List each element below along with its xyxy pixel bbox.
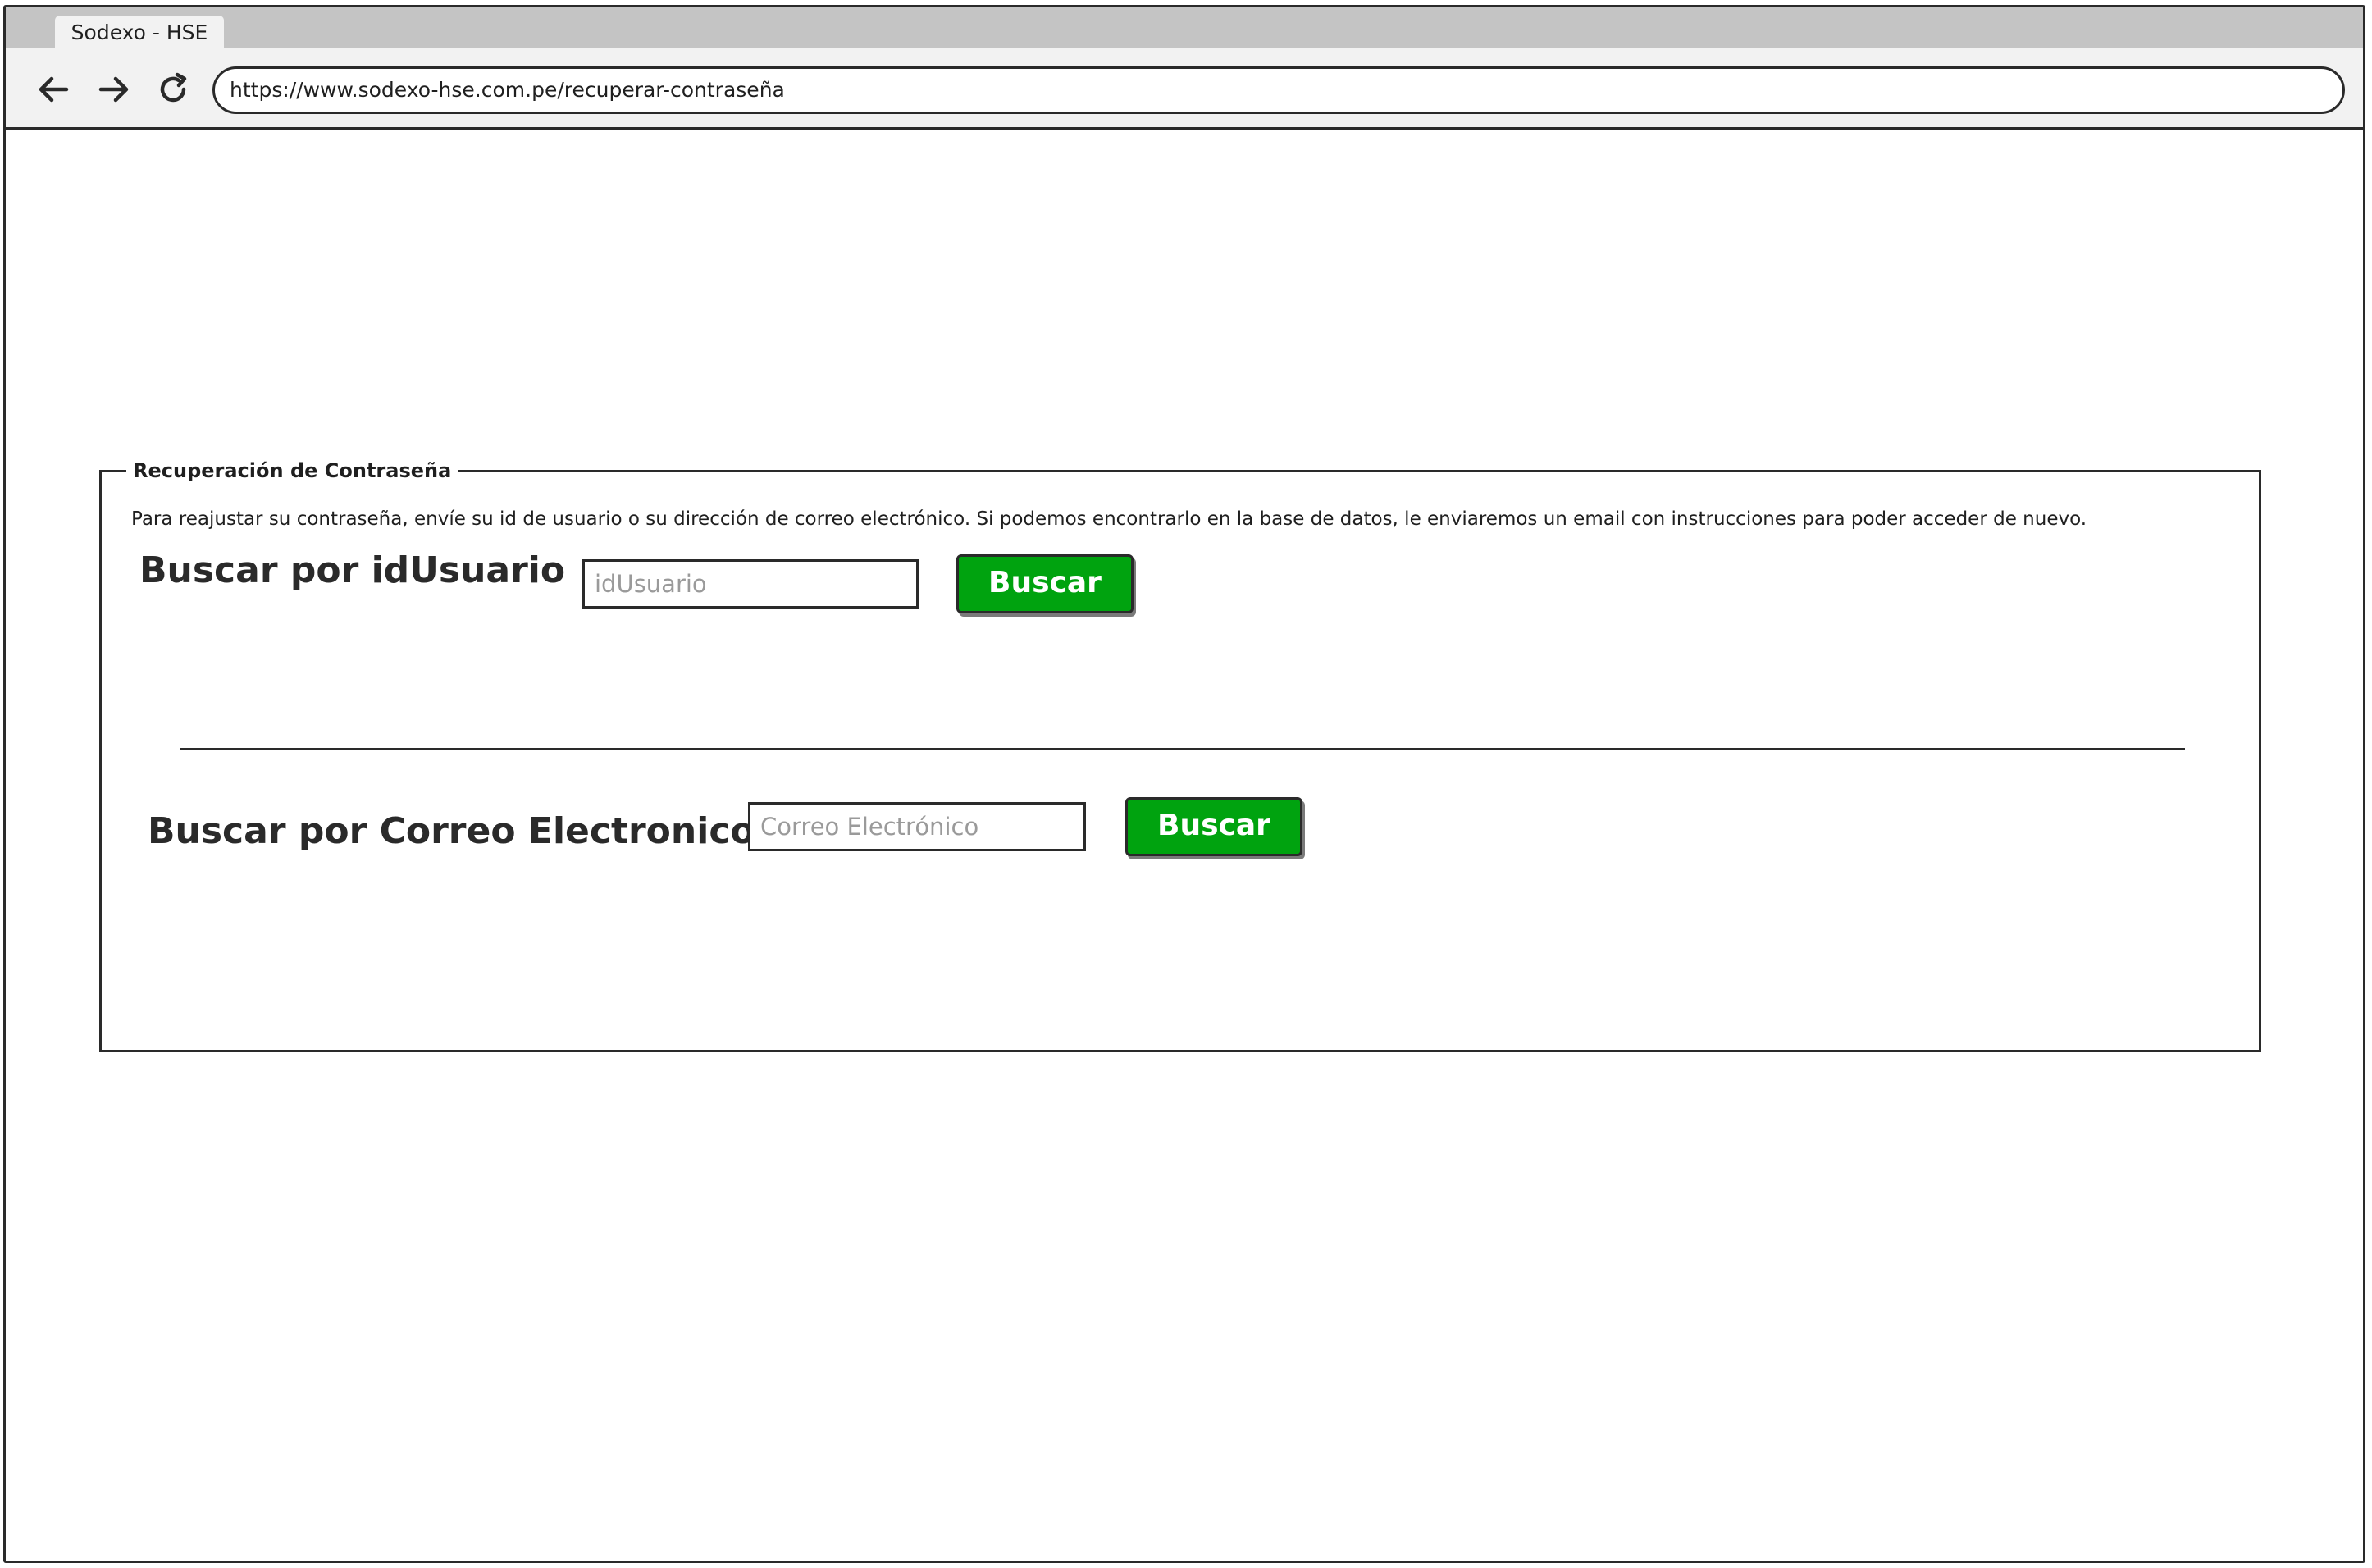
reload-button[interactable] bbox=[153, 71, 193, 107]
search-by-user-label: Buscar por idUsuario : bbox=[139, 549, 593, 591]
search-by-email-button[interactable]: Buscar bbox=[1125, 797, 1302, 856]
arrow-right-icon bbox=[98, 76, 129, 103]
forward-button[interactable] bbox=[94, 71, 134, 107]
section-divider bbox=[180, 748, 2185, 750]
browser-window: Sodexo - HSE https://www.sodexo-hse.com.… bbox=[3, 5, 2365, 1563]
user-id-input[interactable]: idUsuario bbox=[582, 559, 919, 609]
instructions-text: Para reajustar su contraseña, envíe su i… bbox=[131, 508, 2087, 530]
address-bar[interactable]: https://www.sodexo-hse.com.pe/recuperar-… bbox=[212, 66, 2345, 114]
password-recovery-panel: Recuperación de Contraseña Para reajusta… bbox=[99, 456, 2261, 1052]
search-by-user-button[interactable]: Buscar bbox=[956, 554, 1134, 613]
back-button[interactable] bbox=[34, 71, 73, 107]
tab-bar: Sodexo - HSE bbox=[6, 7, 2363, 50]
panel-title: Recuperación de Contraseña bbox=[126, 456, 458, 485]
reload-icon bbox=[160, 72, 187, 103]
browser-toolbar: https://www.sodexo-hse.com.pe/recuperar-… bbox=[6, 48, 2363, 130]
arrow-left-icon bbox=[39, 76, 69, 103]
browser-tab[interactable]: Sodexo - HSE bbox=[55, 16, 224, 50]
email-input[interactable]: Correo Electrónico bbox=[748, 802, 1086, 851]
search-by-email-label: Buscar por Correo Electronico bbox=[148, 810, 755, 852]
